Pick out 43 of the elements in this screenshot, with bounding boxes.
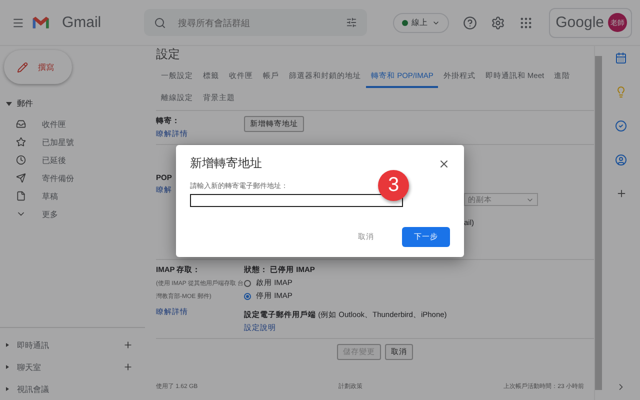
help-icon[interactable]: [462, 16, 477, 30]
status-button[interactable]: 線上: [392, 12, 449, 32]
sidebar-item[interactable]: 寄件備份: [42, 172, 74, 184]
document-icon: [16, 191, 26, 201]
expand-triangle-icon[interactable]: [6, 387, 9, 391]
clock-icon: [16, 155, 26, 165]
envelope-m-icon: [32, 15, 50, 30]
plus-icon[interactable]: [616, 188, 626, 199]
gmail-logo: Gmail: [62, 14, 102, 31]
star-icon: [16, 137, 26, 147]
expand-triangle-icon[interactable]: [6, 343, 9, 347]
sidebar-item[interactable]: 已加星號: [42, 136, 74, 148]
sidebar-section[interactable]: 視訊會議: [17, 384, 49, 394]
collapse-triangle-icon[interactable]: [6, 102, 12, 106]
settings-icon[interactable]: [490, 16, 505, 30]
plus-icon[interactable]: [123, 340, 133, 350]
inbox-icon: [16, 119, 26, 129]
mail-section-heading[interactable]: 郵件: [17, 98, 33, 109]
expand-triangle-icon[interactable]: [6, 365, 9, 369]
pencil-icon: [17, 62, 28, 72]
dialog-title: 新增轉寄地址: [190, 155, 262, 172]
send-icon: [16, 173, 26, 183]
search-field[interactable]: 搜尋所有會話群組: [176, 16, 336, 28]
email-input-field[interactable]: [190, 194, 403, 207]
apps-icon[interactable]: [518, 16, 533, 30]
radio-button[interactable]: [244, 280, 251, 286]
sidebar-item[interactable]: 草稿: [42, 190, 58, 202]
sidebar-item[interactable]: 已延後: [42, 154, 66, 166]
calendar-icon[interactable]: [615, 52, 627, 64]
filter-icon[interactable]: [346, 17, 357, 28]
sidebar-section[interactable]: 即時通訊: [17, 340, 49, 350]
compose-button[interactable]: 撰寫: [4, 50, 72, 84]
search-bar[interactable]: 搜尋所有會話群組: [144, 9, 367, 36]
sidebar-item[interactable]: 收件匣: [42, 118, 66, 130]
close-icon[interactable]: [438, 158, 450, 170]
tasks-icon[interactable]: [615, 120, 627, 132]
sidebar-item[interactable]: 更多: [42, 208, 58, 220]
page-title: 設定: [156, 46, 181, 63]
search-icon[interactable]: [154, 16, 166, 28]
radio-button[interactable]: [244, 292, 251, 300]
plus-icon[interactable]: [123, 362, 133, 372]
sidebar-section[interactable]: 聊天室: [17, 362, 41, 372]
contacts-icon[interactable]: [615, 154, 627, 166]
